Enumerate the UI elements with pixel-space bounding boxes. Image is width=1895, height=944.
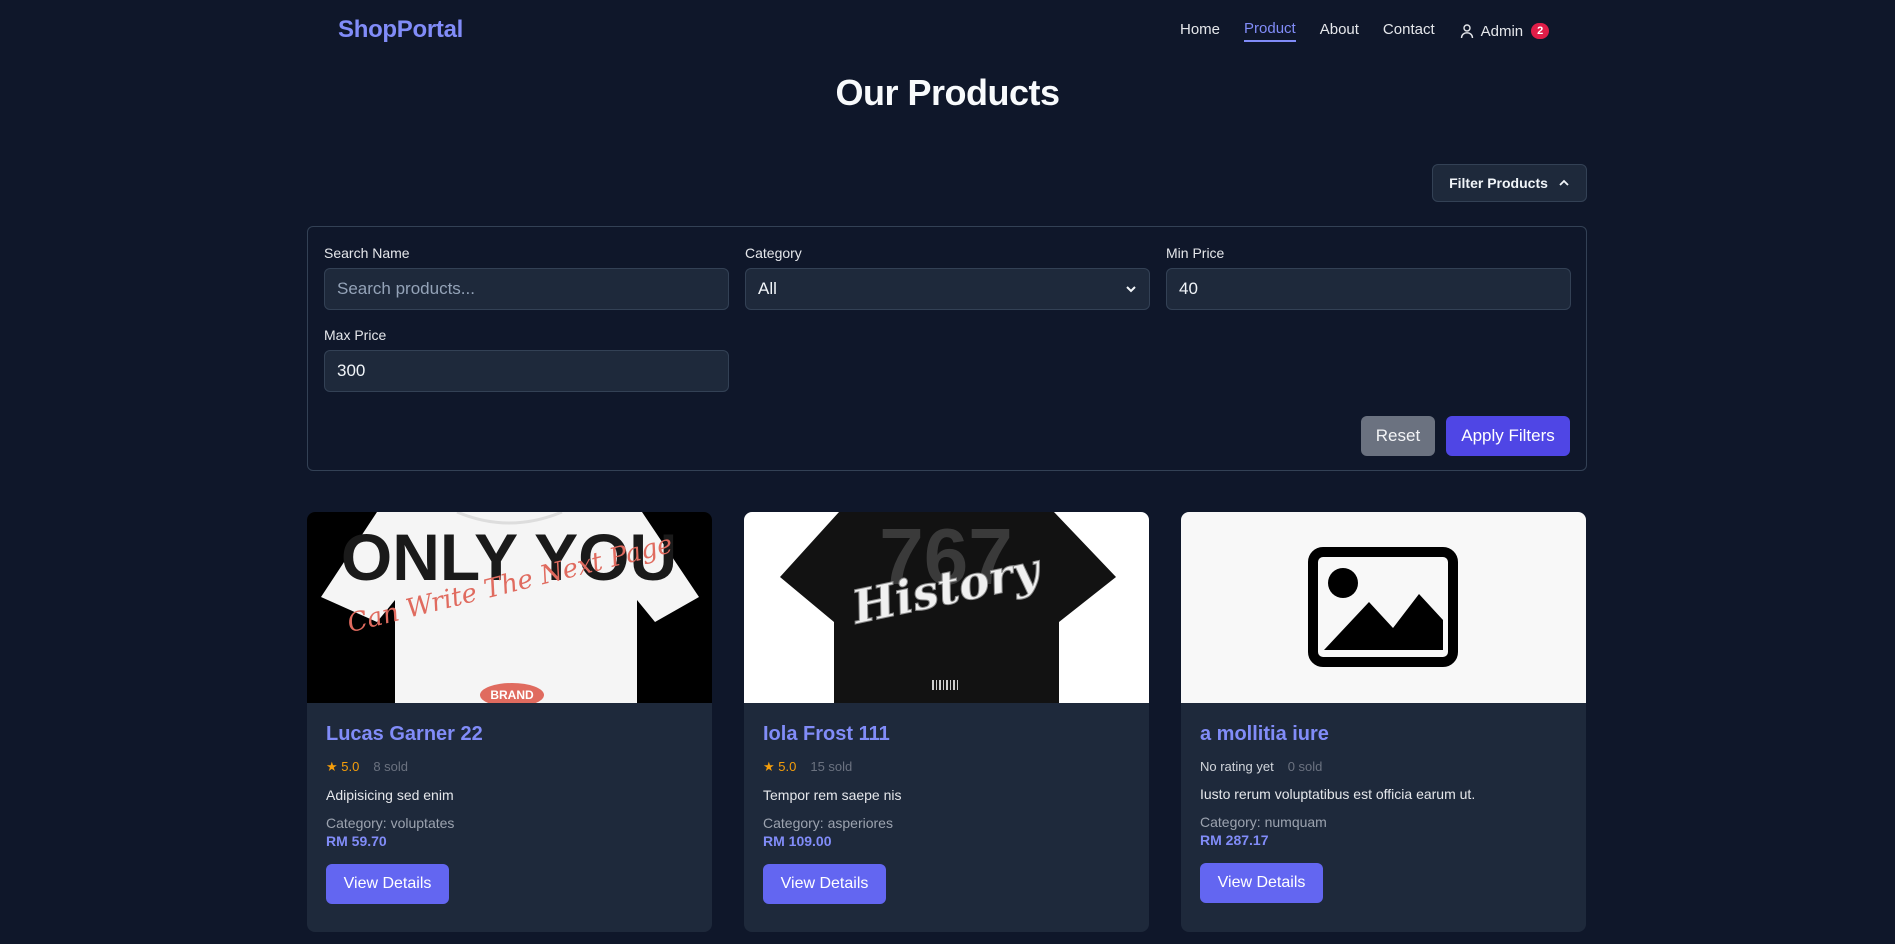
card-body: Iola Frost 111 ★ 5.0 15 sold Tempor rem … — [744, 703, 1149, 924]
product-category: Category: voluptates — [326, 815, 455, 831]
navbar: ShopPortal Home Product About Contact Ad… — [0, 0, 1895, 64]
brand-logo[interactable]: ShopPortal — [338, 16, 463, 44]
product-sold: 15 sold — [810, 759, 853, 774]
product-card: a mollitia iure No rating yet 0 sold Ius… — [1181, 512, 1586, 932]
product-meta: ★ 5.0 15 sold — [763, 759, 1130, 775]
product-description: Iusto rerum voluptatibus est officia ear… — [1200, 786, 1476, 802]
product-rating: No rating yet — [1200, 759, 1274, 774]
reset-button[interactable]: Reset — [1361, 416, 1435, 456]
nav-link-about[interactable]: About — [1320, 21, 1359, 41]
nav-link-contact[interactable]: Contact — [1383, 21, 1435, 41]
user-icon — [1460, 24, 1473, 39]
max-price-input[interactable]: 300 — [324, 350, 729, 392]
product-meta: ★ 5.0 8 sold — [326, 759, 693, 775]
product-name[interactable]: a mollitia iure — [1200, 723, 1567, 749]
chevron-up-icon — [1559, 179, 1569, 186]
card-body: a mollitia iure No rating yet 0 sold Ius… — [1181, 703, 1586, 923]
product-image[interactable]: 767 History — [744, 512, 1149, 703]
view-details-button[interactable]: View Details — [763, 864, 886, 904]
shirt-brand-text: BRAND — [490, 688, 534, 702]
product-sold: 0 sold — [1287, 759, 1323, 774]
product-category: Category: asperiores — [763, 815, 893, 831]
nav-link-home[interactable]: Home — [1180, 21, 1220, 41]
page-title: Our Products — [835, 72, 1060, 113]
product-sold: 8 sold — [373, 759, 409, 774]
product-card: ONLY YOU Can Write The Next Page BRAND L… — [307, 512, 712, 932]
category-selected-value: All — [758, 279, 777, 298]
min-price-input[interactable]: 40 — [1166, 268, 1571, 310]
product-rating: ★ 5.0 — [763, 759, 797, 774]
nav-links: Home Product About Contact Admin 2 — [1180, 20, 1550, 42]
filter-toggle-label: Filter Products — [1449, 175, 1548, 191]
product-card: 767 History Iola Frost 111 ★ 5.0 15 sold… — [744, 512, 1149, 932]
filter-panel: Search Name Category All Min Price 40 Ma… — [307, 226, 1587, 471]
product-meta: No rating yet 0 sold — [1200, 759, 1567, 774]
product-image[interactable]: ONLY YOU Can Write The Next Page BRAND — [307, 512, 712, 703]
product-image[interactable] — [1181, 512, 1586, 703]
category-field: Category All — [745, 245, 1150, 310]
max-price-label: Max Price — [324, 327, 387, 343]
min-price-field: Min Price 40 — [1166, 245, 1571, 310]
search-label: Search Name — [324, 245, 410, 261]
admin-label: Admin — [1480, 22, 1524, 40]
product-price: RM 287.17 — [1200, 832, 1269, 848]
min-price-label: Min Price — [1166, 245, 1225, 261]
product-price: RM 59.70 — [326, 833, 387, 849]
category-label: Category — [745, 245, 802, 261]
image-placeholder-icon — [1308, 547, 1458, 667]
card-body: Lucas Garner 22 ★ 5.0 8 sold Adipisicing… — [307, 703, 712, 924]
product-description: Tempor rem saepe nis — [763, 787, 902, 803]
category-select[interactable]: All — [745, 268, 1150, 310]
max-price-field: Max Price 300 — [324, 327, 729, 392]
product-rating: ★ 5.0 — [326, 759, 360, 774]
search-field: Search Name — [324, 245, 729, 310]
filter-toggle-button[interactable]: Filter Products — [1432, 164, 1587, 202]
view-details-button[interactable]: View Details — [1200, 863, 1323, 903]
min-price-value: 40 — [1179, 279, 1198, 298]
search-input[interactable] — [324, 268, 729, 310]
chevron-down-icon — [1126, 286, 1136, 293]
product-description: Adipisicing sed enim — [326, 787, 454, 803]
max-price-value: 300 — [337, 361, 366, 380]
product-name[interactable]: Lucas Garner 22 — [326, 723, 693, 749]
admin-menu[interactable]: Admin 2 — [1459, 23, 1550, 40]
apply-filters-button[interactable]: Apply Filters — [1446, 416, 1570, 456]
product-price: RM 109.00 — [763, 833, 832, 849]
notification-badge: 2 — [1531, 23, 1550, 39]
product-name[interactable]: Iola Frost 111 — [763, 723, 1130, 749]
view-details-button[interactable]: View Details — [326, 864, 449, 904]
nav-link-product[interactable]: Product — [1244, 20, 1296, 42]
product-category: Category: numquam — [1200, 814, 1327, 830]
